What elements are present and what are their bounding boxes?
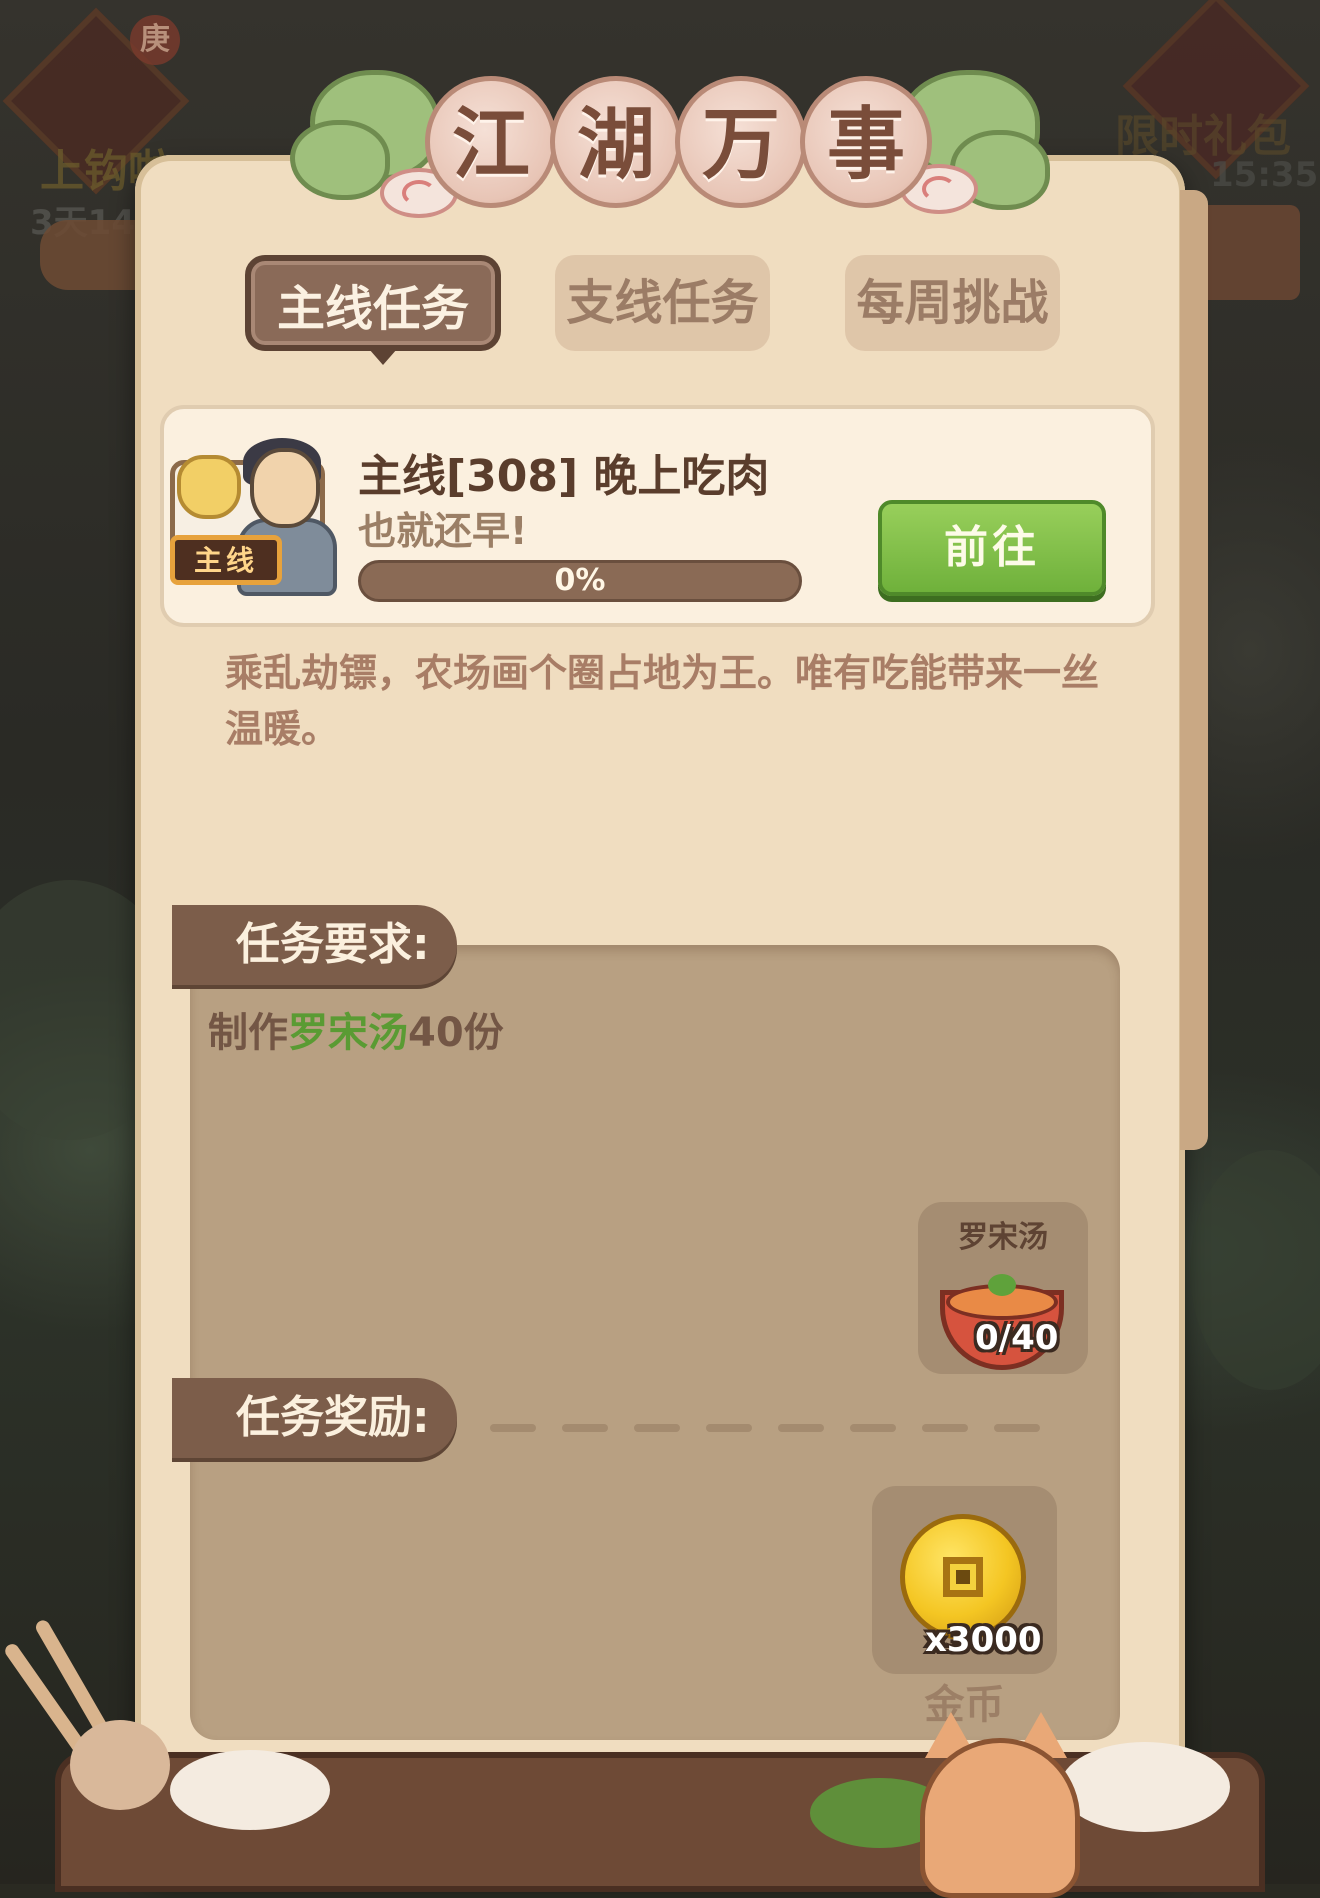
rice-ball [70, 1720, 170, 1810]
quest-subtitle: 也就还早! [358, 509, 528, 553]
title-plaque: 江 湖 万 事 [290, 40, 1050, 230]
divider-dash [994, 1424, 1040, 1432]
tab-weekly-challenge[interactable]: 每周挑战 [845, 255, 1060, 351]
tab-main-quest[interactable]: 主线任务 [245, 255, 501, 365]
money-bag-icon [177, 455, 241, 519]
requirement-text: 制作罗宋汤40份 [208, 1000, 504, 1058]
cat-mascot-icon [920, 1738, 1080, 1898]
divider-dash [490, 1424, 536, 1432]
title-char: 湖 [550, 76, 682, 208]
title-char: 事 [800, 76, 932, 208]
main-quest-badge: 主线 [170, 535, 282, 585]
rice-ball [1060, 1742, 1230, 1832]
divider-dash [562, 1424, 608, 1432]
scroll-edge [1180, 190, 1208, 1150]
cabbage-leaf-left [290, 120, 390, 200]
requirement-item-count: 0/40 [975, 1318, 1059, 1358]
character-face [250, 448, 320, 528]
quest-progress-bar: 0% [358, 560, 802, 602]
quest-description: 乘乱劫镖，农场画个圈占地为王。唯有吃能带来一丝温暖。 [225, 651, 1100, 751]
divider-dash [922, 1424, 968, 1432]
quest-title: 主线[308] 晚上吃肉 [358, 451, 770, 502]
divider-dash [778, 1424, 824, 1432]
requirement-item-name: 罗宋汤 [288, 1010, 408, 1056]
divider-dash [706, 1424, 752, 1432]
reward-label: 任务奖励: [172, 1378, 457, 1458]
rice-ball [170, 1750, 330, 1830]
title-char: 江 [425, 76, 557, 208]
herb-garnish [988, 1274, 1016, 1296]
go-button[interactable]: 前往 [878, 500, 1106, 596]
divider-dash [850, 1424, 896, 1432]
coin-hole [943, 1557, 983, 1597]
requirement-suffix: 40份 [408, 1010, 504, 1056]
progress-text: 0% [554, 563, 606, 598]
reward-count: x3000 [925, 1620, 1042, 1660]
event-tag: 庚 [130, 15, 180, 65]
divider-dash [634, 1424, 680, 1432]
requirement-label: 任务要求: [172, 905, 457, 985]
requirement-item-label: 罗宋汤 [958, 1220, 1048, 1255]
tab-side-quest[interactable]: 支线任务 [555, 255, 770, 351]
title-char: 万 [675, 76, 807, 208]
requirement-prefix: 制作 [208, 1010, 288, 1056]
gift-timer: 15:35 [1210, 155, 1319, 195]
